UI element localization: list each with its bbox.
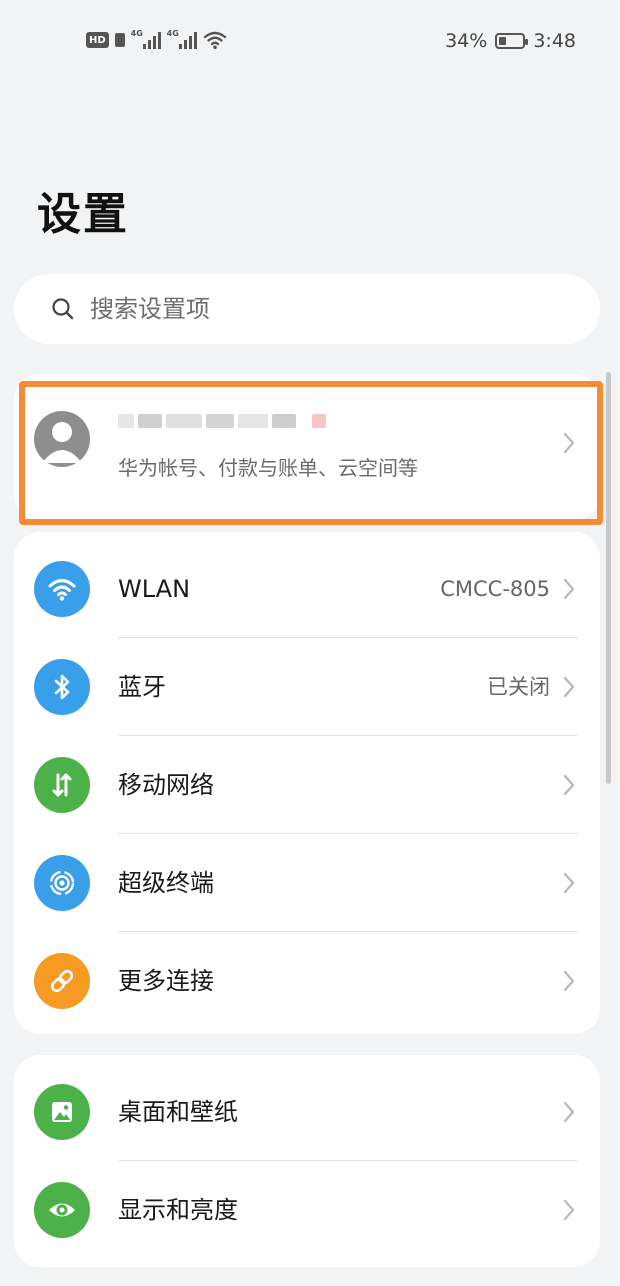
battery-icon <box>495 33 529 49</box>
signal-icon-2: 4G <box>166 29 197 49</box>
scrollbar[interactable] <box>606 372 611 784</box>
user-icon <box>42 422 82 463</box>
connectivity-card: WLAN CMCC-805 蓝牙 已关闭 移动网络 超级终端 更多连接 <box>14 532 600 1034</box>
settings-item-super-device[interactable]: 超级终端 <box>14 834 600 932</box>
wallpaper-icon <box>34 1084 90 1140</box>
chevron-right-icon <box>563 872 575 894</box>
settings-item-label: 移动网络 <box>118 771 214 799</box>
chevron-right-icon <box>563 970 575 992</box>
link-icon <box>34 953 90 1009</box>
settings-item-display-brightness[interactable]: 显示和亮度 <box>14 1161 600 1259</box>
wifi-icon <box>34 561 90 617</box>
search-bar[interactable] <box>14 274 600 344</box>
status-bar: HD 4G 4G 34% 3:48 <box>0 0 620 82</box>
settings-item-value: 已关闭 <box>487 675 550 699</box>
hd-badge: HD <box>86 32 109 48</box>
settings-item-mobile-network[interactable]: 移动网络 <box>14 736 600 834</box>
super-device-icon <box>34 855 90 911</box>
signal-icon-1: 4G <box>130 29 161 49</box>
chevron-right-icon <box>563 1101 575 1123</box>
network-type-1: 4G <box>130 29 143 38</box>
settings-item-wlan[interactable]: WLAN CMCC-805 <box>14 540 600 638</box>
bluetooth-icon <box>34 659 90 715</box>
settings-item-label: 超级终端 <box>118 869 214 897</box>
chevron-right-icon <box>563 1199 575 1221</box>
clock: 3:48 <box>533 30 576 52</box>
chevron-right-icon <box>563 676 575 698</box>
battery-percent: 34% <box>445 30 488 52</box>
page-title: 设置 <box>37 189 129 240</box>
account-subtitle: 华为帐号、付款与账单、云空间等 <box>118 456 418 480</box>
wifi-status-icon <box>203 31 226 50</box>
settings-item-label: 蓝牙 <box>118 673 166 701</box>
display-card: 桌面和壁纸 显示和亮度 <box>14 1055 600 1267</box>
settings-item-label: WLAN <box>118 575 191 603</box>
sim-icon <box>114 33 125 47</box>
chevron-right-icon <box>563 578 575 600</box>
settings-item-value: CMCC-805 <box>440 577 550 601</box>
status-left: HD 4G 4G <box>86 28 227 52</box>
avatar <box>34 411 90 467</box>
chevron-right-icon <box>563 774 575 796</box>
settings-item-bluetooth[interactable]: 蓝牙 已关闭 <box>14 638 600 736</box>
chevron-right-icon <box>563 432 575 454</box>
status-right: 34% 3:48 <box>445 28 576 54</box>
eye-icon <box>34 1182 90 1238</box>
search-icon <box>52 298 74 320</box>
settings-item-more-connections[interactable]: 更多连接 <box>14 932 600 1030</box>
mobile-data-icon <box>34 757 90 813</box>
settings-item-label: 更多连接 <box>118 967 214 995</box>
settings-item-label: 桌面和壁纸 <box>118 1098 238 1126</box>
account-card[interactable]: 华为帐号、付款与账单、云空间等 <box>14 374 600 520</box>
settings-item-label: 显示和亮度 <box>118 1196 238 1224</box>
settings-item-wallpaper[interactable]: 桌面和壁纸 <box>14 1063 600 1161</box>
network-type-2: 4G <box>166 29 179 38</box>
account-name-blurred <box>118 414 326 428</box>
search-input[interactable] <box>88 294 572 324</box>
